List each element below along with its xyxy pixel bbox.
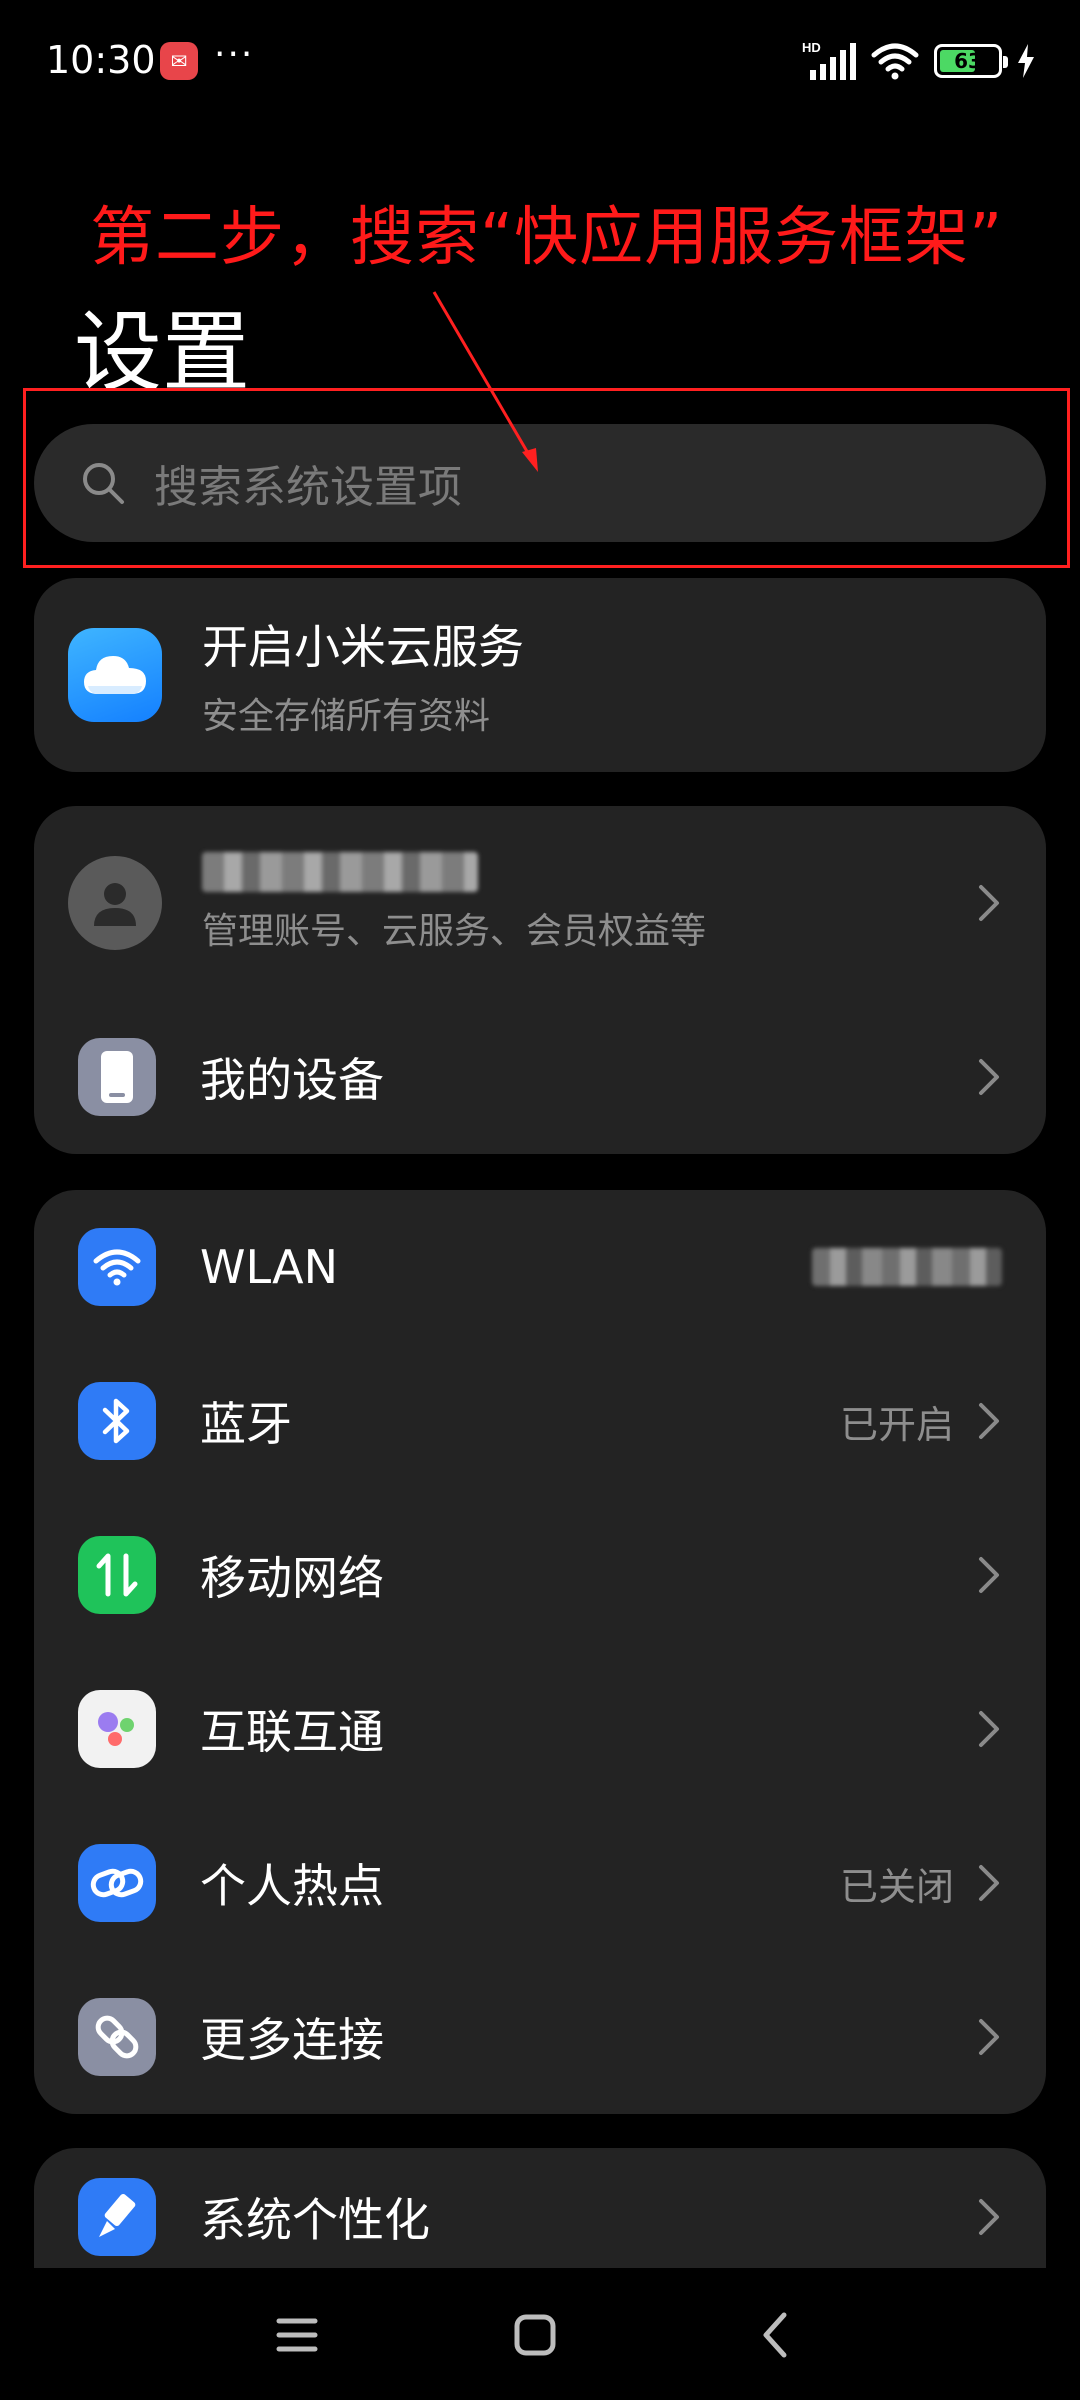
account-name-redacted [202,852,478,892]
my-device-row[interactable]: 我的设备 [34,1000,1046,1154]
cloud-icon [68,628,162,722]
more-notifications-icon: ··· [214,34,255,75]
avatar [68,856,162,950]
navigation-bar [0,2270,1080,2400]
hotspot-icon [78,1844,156,1922]
wlan-row[interactable]: WLAN [34,1190,1046,1344]
account-subtitle: 管理账号、云服务、会员权益等 [202,911,707,952]
back-button[interactable] [740,2300,810,2370]
cloud-service-title: 开启小米云服务 [202,620,524,674]
account-row[interactable]: 管理账号、云服务、会员权益等 [34,806,1046,1000]
chevron-right-icon [979,1557,999,1593]
home-icon [514,2314,556,2356]
chevron-right-icon [979,1711,999,1747]
cloud-service-card[interactable]: 开启小米云服务 安全存储所有资料 [34,578,1046,772]
cloud-service-subtitle: 安全存储所有资料 [202,696,491,737]
more-connections-label: 更多连接 [200,2013,384,2067]
cloud-service-text: 开启小米云服务 安全存储所有资料 [202,611,1002,739]
chevron-right-icon [979,1403,999,1439]
back-icon [763,2312,787,2358]
status-bar: 10:30 ✉ ··· HD 63 [0,0,1080,120]
home-button[interactable] [500,2300,570,2370]
settings-screen: 10:30 ✉ ··· HD 63 设置 搜索系统设置项 第二步，搜索“快应用服… [0,0,1080,2400]
personalization-label: 系统个性化 [200,2193,430,2247]
person-icon [94,883,136,926]
account-card: 管理账号、云服务、会员权益等 我的设备 [34,806,1046,1154]
battery-cap [1003,56,1008,68]
menu-icon [276,2318,318,2352]
mobile-network-label: 移动网络 [200,1551,384,1605]
chevron-right-icon [979,885,999,921]
interconnect-label: 互联互通 [200,1705,384,1759]
more-connections-row[interactable]: 更多连接 [34,1960,1046,2114]
more-connections-icon [78,1998,156,2076]
chevron-right-icon [979,1865,999,1901]
hd-label: HD [802,40,821,55]
battery-level: 63 [954,49,982,73]
personalization-card: 系统个性化 [34,2148,1046,2268]
account-text: 管理账号、云服务、会员权益等 [202,852,976,954]
mobile-data-icon [78,1536,156,1614]
hotspot-label: 个人热点 [200,1859,384,1913]
device-icon [78,1038,156,1116]
chevron-right-icon [979,2199,999,2235]
annotation-text: 第二步，搜索“快应用服务框架” [90,201,1004,275]
bluetooth-icon [78,1382,156,1460]
cloud-service-row[interactable]: 开启小米云服务 安全存储所有资料 [34,578,1046,772]
personalization-row[interactable]: 系统个性化 [34,2148,1046,2268]
network-card: WLAN 蓝牙 已开启 移动网络 互联互通 个人热点 已关闭 更多连接 [34,1190,1046,2114]
mobile-network-row[interactable]: 移动网络 [34,1498,1046,1652]
wifi-status-icon [871,43,919,80]
annotation-highlight-box [23,388,1070,568]
hotspot-row[interactable]: 个人热点 已关闭 [34,1806,1046,1960]
chevron-right-icon [979,1059,999,1095]
interconnect-row[interactable]: 互联互通 [34,1652,1046,1806]
paint-brush-icon [78,2178,156,2256]
wlan-label: WLAN [200,1240,339,1294]
my-device-label: 我的设备 [200,1053,384,1107]
menu-button[interactable] [262,2300,332,2370]
app-notification-icon: ✉ [160,42,198,80]
hotspot-status: 已关闭 [839,1864,954,1909]
bluetooth-status: 已开启 [839,1402,954,1447]
cellular-signal-icon: HD [802,40,856,80]
status-time: 10:30 [46,38,156,82]
bluetooth-row[interactable]: 蓝牙 已开启 [34,1344,1046,1498]
battery-icon: 63 [934,44,1008,78]
status-icons: HD 63 [802,40,1036,82]
charging-icon [1018,44,1034,78]
wifi-icon [78,1228,156,1306]
interconnect-icon [78,1690,156,1768]
chevron-right-icon [979,2019,999,2055]
bluetooth-label: 蓝牙 [200,1397,292,1451]
wlan-network-name-redacted [812,1248,1002,1286]
